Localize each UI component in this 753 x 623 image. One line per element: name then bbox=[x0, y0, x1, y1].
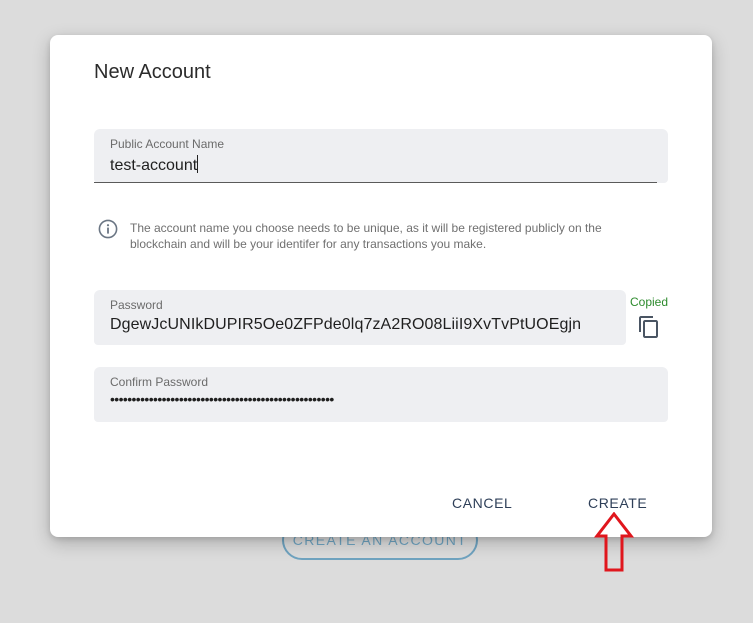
new-account-dialog: New Account Public Account Name test-acc… bbox=[50, 35, 712, 537]
confirm-password-value[interactable]: ••••••••••••••••••••••••••••••••••••••••… bbox=[110, 391, 334, 407]
password-value[interactable]: DgewJcUNIkDUPIR5Oe0ZFPde0lq7zA2RO08LiiI9… bbox=[110, 316, 581, 334]
copy-icon[interactable] bbox=[637, 315, 661, 339]
text-caret bbox=[197, 155, 199, 173]
public-account-name-field[interactable]: Public Account Name test-account bbox=[94, 129, 668, 183]
copied-status: Copied bbox=[630, 295, 669, 309]
public-account-name-input[interactable]: test-account bbox=[110, 155, 199, 175]
cancel-button[interactable]: CANCEL bbox=[446, 491, 518, 515]
password-field[interactable]: Password DgewJcUNIkDUPIR5Oe0ZFPde0lq7zA2… bbox=[94, 290, 626, 345]
public-account-name-value: test-account bbox=[110, 157, 198, 174]
confirm-password-field[interactable]: Confirm Password •••••••••••••••••••••••… bbox=[94, 367, 668, 422]
info-icon bbox=[98, 219, 118, 239]
field-underline bbox=[94, 181, 657, 183]
red-arrow-annotation-icon bbox=[594, 512, 634, 572]
confirm-password-label: Confirm Password bbox=[110, 375, 209, 389]
public-account-name-label: Public Account Name bbox=[110, 137, 225, 151]
info-text: The account name you choose needs to be … bbox=[130, 221, 602, 251]
dialog-title: New Account bbox=[94, 61, 211, 83]
password-label: Password bbox=[110, 298, 163, 312]
